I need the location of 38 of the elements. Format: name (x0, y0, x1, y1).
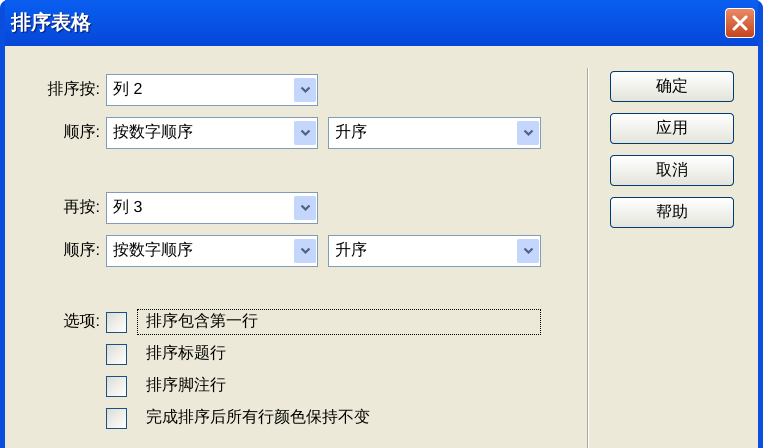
close-button[interactable] (725, 8, 755, 38)
dropdown-arrow-button[interactable] (294, 239, 316, 263)
dropdown-arrow-button[interactable] (517, 121, 539, 145)
dropdown[interactable]: 按数字顺序 (106, 235, 318, 267)
dropdown-arrow-button[interactable] (294, 78, 316, 102)
checkbox-label[interactable]: 完成排序后所有行颜色保持不变 (137, 405, 371, 431)
chevron-down-icon (300, 247, 310, 255)
dialog-button[interactable]: 应用 (610, 113, 734, 144)
dropdown[interactable]: 列 3 (106, 192, 318, 224)
dropdown[interactable]: 按数字顺序 (106, 117, 318, 149)
field-label: 选项: (62, 312, 101, 332)
dialog-button[interactable]: 帮助 (610, 197, 734, 228)
dropdown-arrow-button[interactable] (294, 196, 316, 220)
field-label: 排序按: (46, 80, 101, 100)
field-label: 顺序: (62, 122, 101, 143)
dropdown[interactable]: 列 2 (106, 74, 318, 106)
chevron-down-icon (522, 247, 534, 255)
dropdown[interactable]: 升序 (328, 235, 541, 267)
chevron-down-icon (300, 204, 310, 212)
chevron-down-icon (300, 129, 310, 137)
checkbox[interactable] (106, 344, 127, 364)
chevron-down-icon (300, 86, 310, 94)
dialog-button[interactable]: 取消 (610, 155, 734, 186)
checkbox[interactable] (106, 312, 127, 332)
checkbox-label[interactable]: 排序标题行 (137, 341, 227, 367)
dropdown-arrow-button[interactable] (517, 239, 539, 263)
dropdown[interactable]: 升序 (328, 117, 541, 149)
checkbox[interactable] (106, 376, 127, 396)
close-icon (732, 15, 748, 31)
chevron-down-icon (522, 129, 534, 137)
dialog-button[interactable]: 确定 (610, 71, 734, 102)
checkbox[interactable] (106, 408, 127, 428)
field-label: 再按: (62, 198, 101, 218)
checkbox-label[interactable]: 排序包含第一行 (137, 309, 541, 335)
checkbox-label[interactable]: 排序脚注行 (137, 373, 227, 399)
dropdown-arrow-button[interactable] (294, 121, 316, 145)
window-title: 排序表格 (10, 10, 91, 36)
field-label: 顺序: (62, 240, 101, 261)
